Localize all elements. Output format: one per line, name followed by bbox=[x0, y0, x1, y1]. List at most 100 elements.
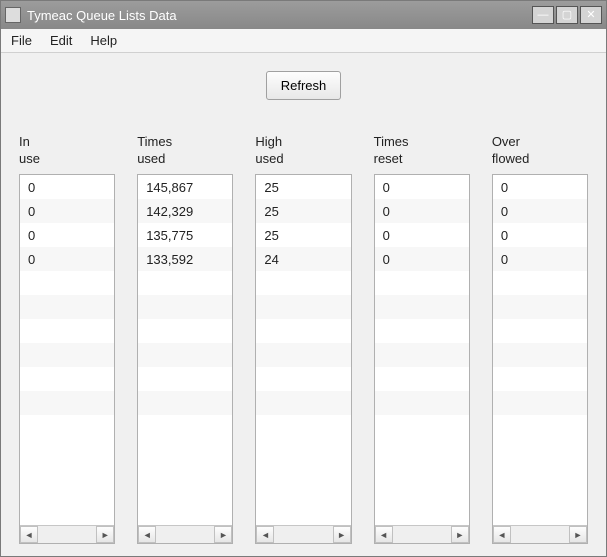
list-item[interactable]: 25 bbox=[256, 199, 350, 223]
close-button[interactable]: ✕ bbox=[580, 6, 602, 24]
list-item[interactable] bbox=[20, 367, 114, 391]
list-item[interactable]: 0 bbox=[493, 175, 587, 199]
list-item[interactable] bbox=[256, 295, 350, 319]
list-item[interactable]: 0 bbox=[375, 223, 469, 247]
column-header-line1: High bbox=[255, 134, 351, 151]
listbox-times-used[interactable]: 145,867142,329135,775133,592◄► bbox=[137, 174, 233, 544]
menu-edit[interactable]: Edit bbox=[50, 33, 72, 48]
list-item[interactable] bbox=[138, 391, 232, 415]
column-header-in-use: Inuse bbox=[19, 134, 115, 168]
list-item[interactable] bbox=[256, 271, 350, 295]
list-item[interactable] bbox=[20, 319, 114, 343]
list-item[interactable]: 0 bbox=[375, 199, 469, 223]
listbox-times-reset[interactable]: 0000◄► bbox=[374, 174, 470, 544]
maximize-button[interactable]: ▢ bbox=[556, 6, 578, 24]
list-item[interactable] bbox=[20, 271, 114, 295]
app-window: Tymeac Queue Lists Data — ▢ ✕ File Edit … bbox=[0, 0, 607, 557]
scroll-left-button[interactable]: ◄ bbox=[375, 526, 393, 543]
list-item[interactable]: 0 bbox=[493, 247, 587, 271]
horizontal-scrollbar[interactable]: ◄► bbox=[20, 525, 114, 543]
list-item[interactable] bbox=[493, 343, 587, 367]
column-high-used: Highused25252524◄► bbox=[255, 134, 351, 544]
scroll-right-button[interactable]: ► bbox=[96, 526, 114, 543]
scroll-track[interactable] bbox=[156, 526, 214, 543]
list-item[interactable] bbox=[375, 295, 469, 319]
scroll-left-button[interactable]: ◄ bbox=[20, 526, 38, 543]
list-item[interactable] bbox=[375, 343, 469, 367]
list-item[interactable] bbox=[256, 319, 350, 343]
list-item[interactable]: 0 bbox=[493, 199, 587, 223]
list-item[interactable]: 142,329 bbox=[138, 199, 232, 223]
column-header-line2: reset bbox=[374, 151, 470, 168]
list-item[interactable]: 0 bbox=[20, 223, 114, 247]
list-item[interactable] bbox=[375, 391, 469, 415]
list-item[interactable]: 145,867 bbox=[138, 175, 232, 199]
list-item[interactable] bbox=[375, 271, 469, 295]
list-item[interactable]: 0 bbox=[20, 175, 114, 199]
list-item[interactable] bbox=[493, 319, 587, 343]
list-item[interactable]: 24 bbox=[256, 247, 350, 271]
list-item[interactable] bbox=[493, 367, 587, 391]
menu-file[interactable]: File bbox=[11, 33, 32, 48]
scroll-track[interactable] bbox=[274, 526, 332, 543]
refresh-row: Refresh bbox=[19, 71, 588, 100]
horizontal-scrollbar[interactable]: ◄► bbox=[256, 525, 350, 543]
scroll-right-button[interactable]: ► bbox=[333, 526, 351, 543]
column-times-reset: Timesreset0000◄► bbox=[374, 134, 470, 544]
column-header-times-reset: Timesreset bbox=[374, 134, 470, 168]
list-item[interactable] bbox=[138, 295, 232, 319]
list-item[interactable]: 133,592 bbox=[138, 247, 232, 271]
scroll-right-button[interactable]: ► bbox=[214, 526, 232, 543]
list-item[interactable] bbox=[375, 319, 469, 343]
horizontal-scrollbar[interactable]: ◄► bbox=[375, 525, 469, 543]
horizontal-scrollbar[interactable]: ◄► bbox=[493, 525, 587, 543]
list-item[interactable] bbox=[138, 271, 232, 295]
listbox-over-flowed[interactable]: 0000◄► bbox=[492, 174, 588, 544]
list-item[interactable] bbox=[20, 343, 114, 367]
listbox-in-use[interactable]: 0000◄► bbox=[19, 174, 115, 544]
list-item[interactable]: 0 bbox=[20, 247, 114, 271]
list-item[interactable]: 25 bbox=[256, 223, 350, 247]
scroll-left-button[interactable]: ◄ bbox=[493, 526, 511, 543]
listbox-body: 0000 bbox=[20, 175, 114, 525]
list-item[interactable] bbox=[493, 295, 587, 319]
list-item[interactable] bbox=[20, 295, 114, 319]
scroll-track[interactable] bbox=[511, 526, 569, 543]
scroll-left-button[interactable]: ◄ bbox=[138, 526, 156, 543]
list-item[interactable] bbox=[256, 367, 350, 391]
list-item[interactable] bbox=[256, 343, 350, 367]
scroll-left-button[interactable]: ◄ bbox=[256, 526, 274, 543]
list-item[interactable] bbox=[20, 391, 114, 415]
column-header-over-flowed: Overflowed bbox=[492, 134, 588, 168]
listbox-body: 25252524 bbox=[256, 175, 350, 525]
minimize-button[interactable]: — bbox=[532, 6, 554, 24]
column-header-line2: used bbox=[255, 151, 351, 168]
list-item[interactable]: 0 bbox=[20, 199, 114, 223]
scroll-track[interactable] bbox=[38, 526, 96, 543]
column-in-use: Inuse0000◄► bbox=[19, 134, 115, 544]
list-item[interactable]: 0 bbox=[375, 175, 469, 199]
menu-help[interactable]: Help bbox=[90, 33, 117, 48]
list-item[interactable]: 0 bbox=[375, 247, 469, 271]
refresh-button[interactable]: Refresh bbox=[266, 71, 342, 100]
list-item[interactable]: 135,775 bbox=[138, 223, 232, 247]
list-item[interactable] bbox=[138, 343, 232, 367]
scroll-right-button[interactable]: ► bbox=[451, 526, 469, 543]
list-item[interactable]: 25 bbox=[256, 175, 350, 199]
list-item[interactable] bbox=[493, 391, 587, 415]
content-area: Refresh Inuse0000◄►Timesused145,867142,3… bbox=[1, 53, 606, 556]
list-item[interactable] bbox=[138, 319, 232, 343]
scroll-track[interactable] bbox=[393, 526, 451, 543]
listbox-high-used[interactable]: 25252524◄► bbox=[255, 174, 351, 544]
column-header-line1: Over bbox=[492, 134, 588, 151]
column-header-line1: In bbox=[19, 134, 115, 151]
scroll-right-button[interactable]: ► bbox=[569, 526, 587, 543]
list-item[interactable] bbox=[256, 391, 350, 415]
listbox-body: 0000 bbox=[493, 175, 587, 525]
column-header-line1: Times bbox=[374, 134, 470, 151]
list-item[interactable] bbox=[375, 367, 469, 391]
horizontal-scrollbar[interactable]: ◄► bbox=[138, 525, 232, 543]
list-item[interactable]: 0 bbox=[493, 223, 587, 247]
list-item[interactable] bbox=[138, 367, 232, 391]
list-item[interactable] bbox=[493, 271, 587, 295]
